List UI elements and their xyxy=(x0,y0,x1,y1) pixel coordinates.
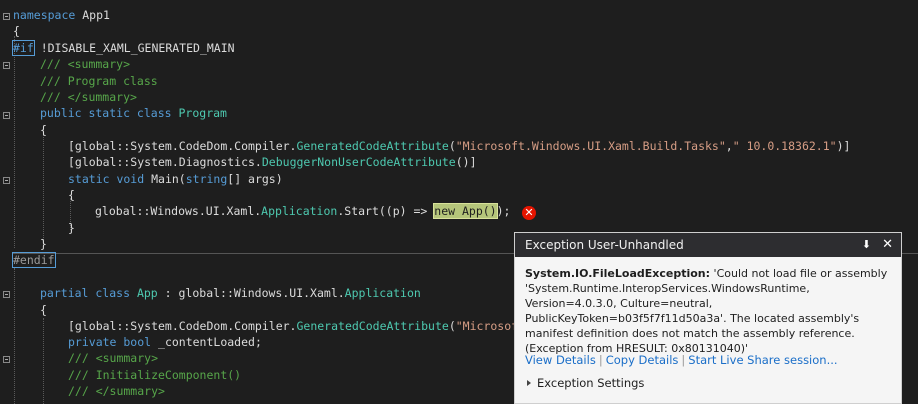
code-line: /// <summary> xyxy=(40,57,131,71)
fold-toggle[interactable] xyxy=(3,356,10,363)
link-separator: | xyxy=(598,353,603,367)
code-line: [global::System.CodeDom.Compiler.Generat… xyxy=(68,139,851,153)
code-line: public static class Program xyxy=(40,106,227,120)
fold-toggle[interactable] xyxy=(3,112,10,119)
popup-header: Exception User-Unhandled ⬇ ✕ xyxy=(515,233,901,257)
exception-message: System.IO.FileLoadException: 'Could not … xyxy=(515,257,901,356)
code-line: namespace App1 xyxy=(13,8,110,22)
exception-text: 'Could not load file or assembly 'System… xyxy=(525,267,888,355)
error-icon[interactable]: ✕ xyxy=(522,206,536,220)
view-details-link[interactable]: View Details xyxy=(525,353,596,367)
code-line: partial class App : global::Windows.UI.X… xyxy=(40,286,421,300)
code-line-current: global::Windows.UI.Xaml.Application.Star… xyxy=(95,203,511,219)
close-icon[interactable]: ✕ xyxy=(882,233,893,257)
exception-popup: Exception User-Unhandled ⬇ ✕ System.IO.F… xyxy=(514,232,902,404)
expand-triangle-icon xyxy=(527,380,531,386)
code-line: /// Program class xyxy=(40,74,158,88)
editor-gutter xyxy=(0,0,12,404)
code-line: } xyxy=(68,221,75,235)
fold-toggle[interactable] xyxy=(3,291,10,298)
exception-type: System.IO.FileLoadException: xyxy=(525,267,711,280)
fold-toggle[interactable] xyxy=(3,13,10,20)
code-line: static void Main(string[] args) xyxy=(68,172,283,186)
exception-settings-toggle[interactable]: Exception Settings xyxy=(527,376,644,390)
code-line: { xyxy=(40,123,47,137)
popup-links: View Details | Copy Details | Start Live Sha… xyxy=(525,353,838,367)
code-line: /// <summary> xyxy=(68,351,159,365)
code-line: /// InitializeComponent() xyxy=(68,368,242,382)
code-line: private bool _contentLoaded; xyxy=(68,335,262,349)
code-line: [global::System.CodeDom.Compiler.Generat… xyxy=(68,319,519,333)
code-line: #if !DISABLE_XAML_GENERATED_MAIN xyxy=(12,40,235,56)
code-line: [global::System.Diagnostics.DebuggerNonU… xyxy=(68,155,477,169)
code-line: #endif xyxy=(12,252,56,268)
exception-highlight: new App() xyxy=(433,203,498,219)
copy-details-link[interactable]: Copy Details xyxy=(606,353,679,367)
code-line: /// </summary> xyxy=(40,90,137,104)
code-line: { xyxy=(13,24,20,38)
indent-guide xyxy=(43,134,44,242)
code-line: /// </summary> xyxy=(68,384,165,398)
live-share-link[interactable]: Start Live Share session... xyxy=(688,353,837,367)
indent-guide xyxy=(14,268,15,404)
fold-toggle[interactable] xyxy=(3,62,10,69)
code-line: { xyxy=(68,188,75,202)
code-line: { xyxy=(40,303,47,317)
pin-icon[interactable]: ⬇ xyxy=(862,233,871,257)
link-separator: | xyxy=(681,353,686,367)
code-line: } xyxy=(40,237,47,251)
popup-title: Exception User-Unhandled xyxy=(525,238,684,252)
exception-settings-label: Exception Settings xyxy=(537,376,645,390)
indent-guide xyxy=(14,36,15,248)
indent-guide xyxy=(43,318,44,404)
fold-toggle[interactable] xyxy=(3,177,10,184)
